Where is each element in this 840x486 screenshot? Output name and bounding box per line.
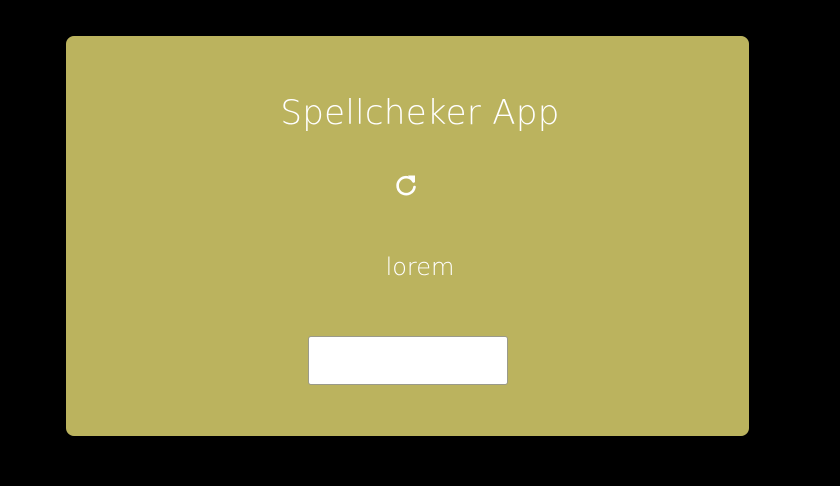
page-title: Spellcheker App <box>280 93 560 133</box>
spelling-word: lorem <box>385 253 455 281</box>
refresh-button[interactable] <box>393 172 419 198</box>
answer-input[interactable] <box>308 336 508 385</box>
refresh-icon <box>396 175 416 196</box>
